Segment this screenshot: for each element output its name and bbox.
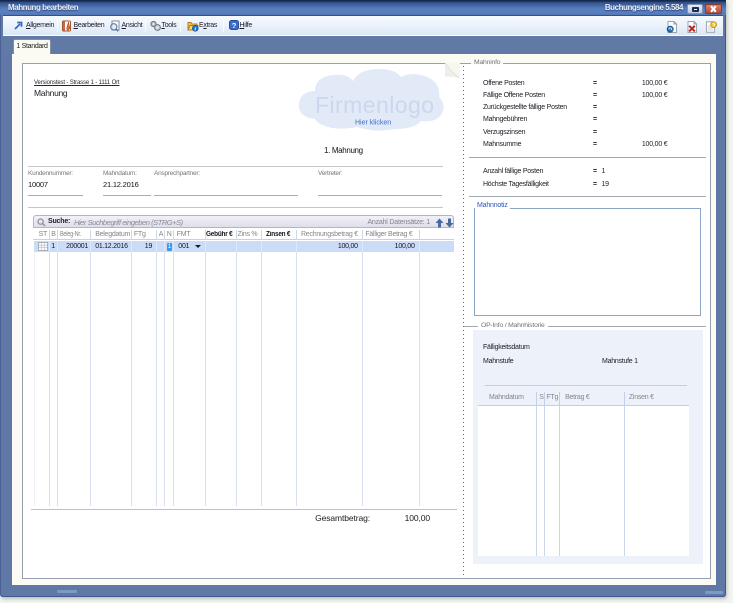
svg-text:?: ? <box>231 21 236 30</box>
svg-text:Hier klicken: Hier klicken <box>355 120 391 127</box>
svg-text:Firmenlogo: Firmenlogo <box>315 92 434 118</box>
